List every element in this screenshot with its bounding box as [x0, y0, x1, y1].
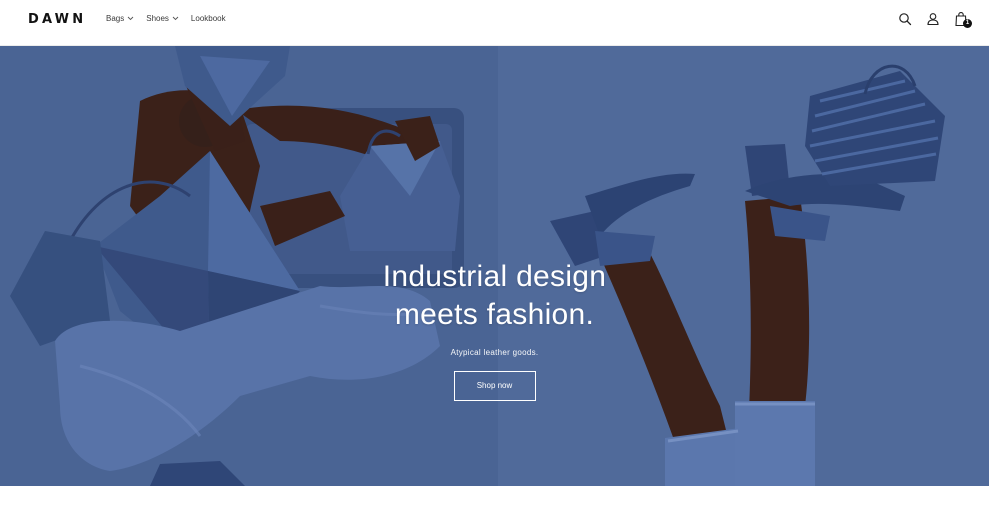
hero-heading-line-1: Industrial design	[382, 260, 607, 293]
nav-item-label: Lookbook	[190, 14, 226, 23]
store-logo[interactable]: DAWN	[28, 12, 86, 27]
hero-banner: Industrial design meets fashion. Atypica…	[0, 46, 989, 486]
nav-item-shoes[interactable]: Shoes	[146, 14, 179, 23]
shop-now-button[interactable]: Shop now	[453, 371, 536, 401]
hero-heading: Industrial design meets fashion.	[0, 258, 989, 334]
hero-heading-line-2: meets fashion.	[394, 298, 595, 331]
site-header: DAWN Bags Shoes Lookbook 1	[0, 0, 989, 46]
main-nav: Bags Shoes Lookbook	[106, 14, 226, 23]
hero-subheading: Atypical leather goods.	[450, 348, 539, 357]
account-icon[interactable]	[926, 11, 940, 27]
nav-item-lookbook[interactable]: Lookbook	[191, 14, 226, 23]
nav-item-bags[interactable]: Bags	[106, 14, 134, 23]
search-icon[interactable]	[898, 11, 912, 27]
cart-icon[interactable]: 1	[954, 11, 972, 28]
chevron-down-icon	[127, 16, 134, 21]
nav-item-label: Shoes	[146, 14, 169, 23]
header-actions: 1	[898, 11, 972, 28]
hero-content: Industrial design meets fashion. Atypica…	[0, 258, 989, 401]
nav-item-label: Bags	[106, 14, 125, 23]
chevron-down-icon	[172, 16, 179, 21]
page-continuation	[0, 486, 989, 527]
cart-count-badge: 1	[963, 19, 972, 28]
